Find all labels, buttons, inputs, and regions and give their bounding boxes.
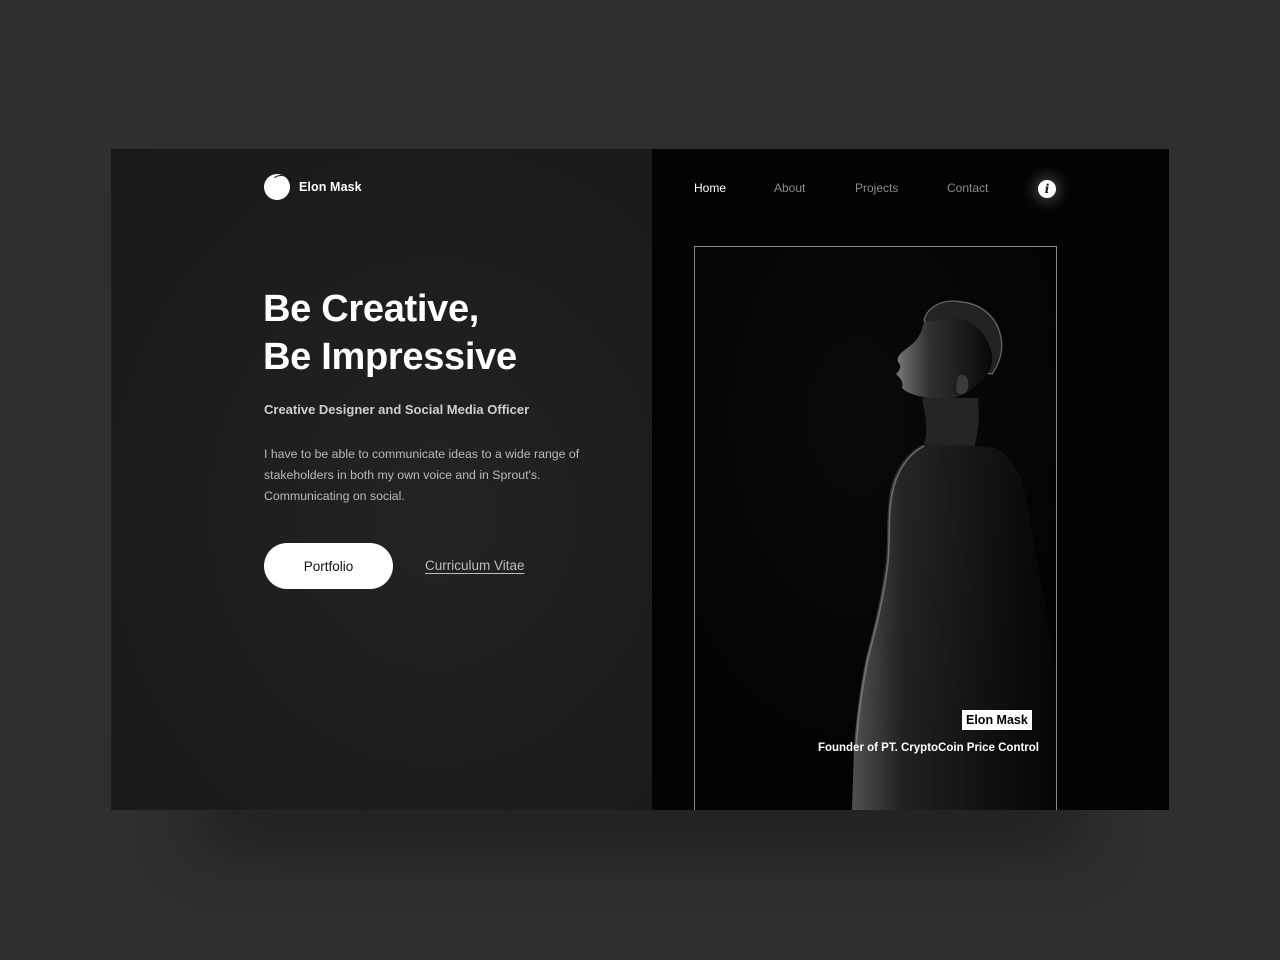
hero-description: I have to be able to communicate ideas t… [264, 447, 580, 503]
info-button[interactable]: i [1038, 180, 1056, 198]
profile-name-badge: Elon Mask [962, 710, 1032, 730]
nav-item-about[interactable]: About [774, 181, 805, 195]
profile-role: Founder of PT. CryptoCoin Price Control [817, 742, 1039, 754]
nav-item-contact[interactable]: Contact [947, 181, 988, 195]
brand-name: Elon Mask [299, 180, 362, 194]
portfolio-button[interactable]: Portfolio [264, 543, 393, 589]
hero-title-line-1: Be Creative, [263, 288, 480, 330]
hero-subtitle: Creative Designer and Social Media Offic… [264, 402, 530, 417]
nav-item-projects[interactable]: Projects [855, 181, 898, 195]
curriculum-vitae-link[interactable]: Curriculum Vitae [425, 558, 525, 573]
hero-title-line-2: Be Impressive [263, 336, 517, 378]
info-icon: i [1044, 182, 1050, 196]
crescent-circle-icon [264, 174, 290, 200]
brand-link[interactable]: Elon Mask [264, 174, 362, 200]
landing-page-frame: Elon Mask Be Creative, Be Impressive Cre… [111, 149, 1169, 810]
nav-item-home[interactable]: Home [694, 181, 726, 195]
hero-title: Be Creative, Be Impressive [263, 285, 517, 381]
